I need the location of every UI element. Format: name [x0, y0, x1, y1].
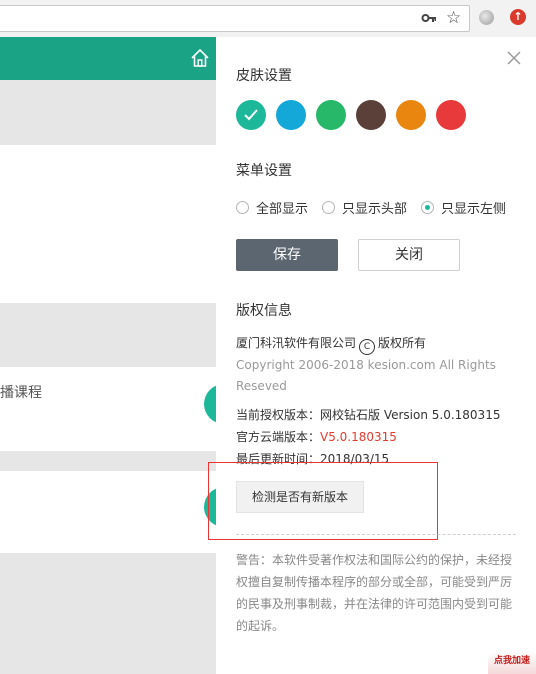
- background-card: [0, 471, 216, 553]
- skin-color-red[interactable]: [436, 100, 466, 130]
- extension-icon[interactable]: [479, 10, 494, 25]
- skin-color-teal[interactable]: [236, 100, 266, 130]
- company-name: 厦门科汛软件有限公司: [236, 336, 357, 350]
- home-icon[interactable]: [190, 48, 210, 68]
- skin-color-blue[interactable]: [276, 100, 306, 130]
- background-header: [0, 37, 216, 80]
- skin-color-orange[interactable]: [396, 100, 426, 130]
- copyright-line: Reseved: [236, 379, 287, 393]
- background-page: 播课程: [0, 37, 234, 674]
- menu-option-all[interactable]: 全部显示: [236, 198, 308, 217]
- speed-up-badge[interactable]: 点我加速: [488, 652, 536, 674]
- check-icon: [244, 109, 258, 121]
- background-card: [0, 367, 216, 451]
- update-icon[interactable]: ↑: [510, 9, 526, 25]
- radio-label: 全部显示: [256, 201, 309, 217]
- save-button[interactable]: 保存: [236, 239, 338, 271]
- warning-text: 警告：本软件受著作权法和国际公约的保护，未经授权擅自复制传播本程序的部分或全部，…: [236, 553, 513, 633]
- divider: [236, 534, 516, 535]
- rights-text: 版权所有: [378, 336, 427, 350]
- cloud-version-value: V5.0.180315: [320, 430, 397, 444]
- cloud-version-label: 官方云端版本：: [236, 430, 321, 444]
- close-button[interactable]: 关闭: [358, 239, 460, 271]
- background-course-text: 播课程: [0, 385, 42, 401]
- skin-settings-title: 皮肤设置: [236, 68, 292, 84]
- menu-option-header[interactable]: 只显示头部: [322, 198, 407, 217]
- radio-button-selected[interactable]: [421, 200, 435, 214]
- cloud-version: 官方云端版本：V5.0.180315: [236, 428, 397, 445]
- address-bar[interactable]: [0, 5, 470, 32]
- skin-color-brown[interactable]: [356, 100, 386, 130]
- key-icon[interactable]: [421, 10, 437, 26]
- settings-panel: 皮肤设置 菜单设置 全部显示 只显示头部 只显示左侧 保存 关闭 版权信息 厦门…: [208, 37, 536, 674]
- menu-option-left[interactable]: 只显示左侧: [421, 198, 506, 217]
- highlight-box: [208, 462, 438, 540]
- menu-options: 全部显示 只显示头部 只显示左侧: [236, 197, 520, 217]
- copyright-title: 版权信息: [236, 303, 292, 319]
- copyright-line: Copyright 2006-2018 kesion.com All Right…: [236, 358, 496, 372]
- radio-button[interactable]: [236, 200, 249, 214]
- radio-label: 只显示头部: [342, 201, 408, 217]
- skin-color-green[interactable]: [316, 100, 346, 130]
- radio-label: 只显示左侧: [441, 201, 507, 217]
- close-icon[interactable]: [506, 50, 522, 66]
- bookmark-star-icon[interactable]: ☆: [446, 8, 461, 28]
- company-line: 厦门科汛软件有限公司 C 版权所有: [236, 334, 426, 355]
- auth-version: 当前授权版本：网校钻石版 Version 5.0.180315: [236, 408, 501, 422]
- radio-button[interactable]: [322, 200, 336, 214]
- background-card: [0, 145, 216, 303]
- browser-toolbar: ☆ ↑: [0, 0, 536, 38]
- copyright-icon: C: [359, 339, 376, 355]
- menu-settings-title: 菜单设置: [236, 163, 292, 179]
